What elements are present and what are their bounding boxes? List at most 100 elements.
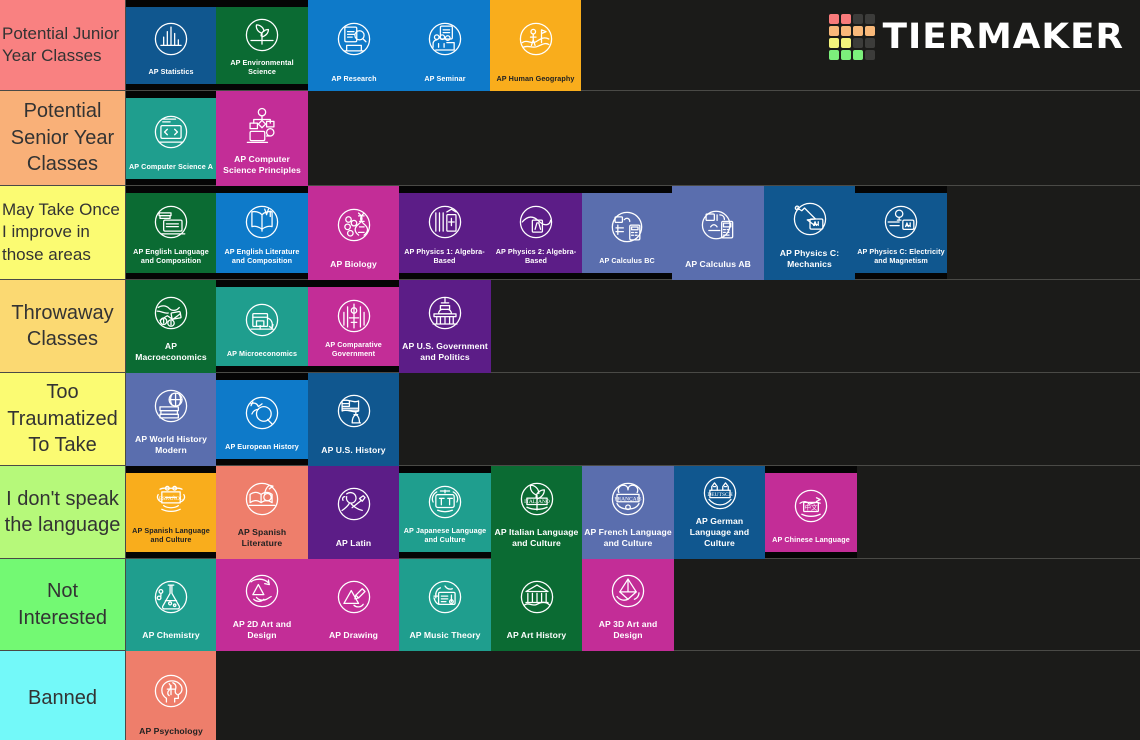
tier-item-label: AP Latin — [335, 538, 372, 549]
tier-row-empty-area[interactable] — [308, 91, 1140, 185]
tier-item-card[interactable]: DEUTSCH AP German Language and Culture — [674, 465, 765, 559]
tier-item-card[interactable]: AP Drawing — [308, 558, 399, 651]
physics-2-icon — [490, 193, 582, 247]
tier-item-label: AP Biology — [330, 259, 377, 270]
tier-row: I don't speak the language ESPAÑOL AP Span… — [0, 465, 1140, 559]
tier-rows: Potential Junior Year Classes AP Statisti… — [0, 0, 1140, 740]
tier-item-card[interactable]: AP 3D Art and Design — [582, 558, 674, 651]
tier-item-card[interactable]: AP Statistics — [126, 6, 216, 84]
music-theory-icon — [399, 559, 491, 631]
tier-item-card[interactable]: AP Research — [308, 0, 400, 91]
tier-label[interactable]: Potential Senior Year Classes — [0, 91, 126, 185]
tier-item-card[interactable]: AP Physics 2: Algebra-Based — [490, 192, 582, 273]
tier-label[interactable]: I don't speak the language — [0, 466, 126, 558]
tier-row-items[interactable]: AP World History Modern AP European Histo… — [126, 372, 1140, 466]
macroeconomics-icon — [126, 280, 216, 342]
tier-item-card[interactable]: AP Calculus AB — [672, 185, 764, 280]
tier-row: Throwaway Classes AP Macroeconomics AP Mic… — [0, 279, 1140, 373]
tier-item-card[interactable]: AP Macroeconomics — [126, 279, 216, 373]
german-language-icon: DEUTSCH — [674, 466, 765, 516]
physics-c-electricity-icon — [855, 193, 947, 247]
tier-item-card[interactable]: AP Physics C: Mechanics — [764, 185, 855, 280]
tier-item-card[interactable]: AP 2D Art and Design — [216, 558, 308, 651]
tier-label[interactable]: Throwaway Classes — [0, 280, 126, 372]
tier-row-items[interactable]: AP English Language and Composition AP En… — [126, 185, 1140, 280]
tier-item-label: AP Psychology — [139, 725, 203, 736]
drawing-icon — [308, 559, 399, 631]
tier-item-label: AP Chemistry — [142, 630, 200, 641]
tier-item-card[interactable]: FRANÇAIS AP French Language and Culture — [582, 465, 674, 559]
tier-row-empty-area[interactable] — [947, 186, 1140, 279]
physics-c-mechanics-icon — [764, 186, 855, 249]
tier-label[interactable]: Too Traumatized To Take — [0, 373, 126, 465]
art-history-icon — [491, 559, 582, 631]
tier-item-card[interactable]: 中文 AP Chinese Language — [765, 472, 857, 552]
tier-item-card[interactable]: AP European History — [216, 379, 308, 459]
logo-square-15 — [865, 50, 876, 60]
tier-row-items[interactable]: AP Macroeconomics AP Microeconomics AP Com… — [126, 279, 1140, 373]
tier-row-items[interactable]: AP Psychology — [126, 651, 1140, 740]
tier-item-label: AP Research — [331, 74, 377, 84]
chinese-language-icon: 中文 — [765, 473, 857, 536]
tier-row-items[interactable]: AP Chemistry AP 2D Art and Design AP Drawi… — [126, 558, 1140, 651]
tier-row-empty-area[interactable] — [216, 651, 1140, 740]
logo-square-1 — [841, 14, 852, 24]
tier-item-label: AP Physics 2: Algebra-Based — [495, 246, 577, 266]
tier-item-card[interactable]: AP Physics C: Electricity and Magnetism — [855, 192, 947, 273]
tier-item-card[interactable]: AP English Literature and Composition — [216, 192, 308, 273]
tier-item-label: AP Computer Science A — [129, 162, 213, 172]
tier-label[interactable]: Potential Junior Year Classes — [0, 0, 126, 90]
tier-item-card[interactable]: AP Biology — [308, 185, 399, 280]
tier-item-label: AP Macroeconomics — [135, 341, 207, 363]
tier-item-card[interactable]: AP Comparative Government — [308, 286, 399, 366]
tier-item-card[interactable]: AP U.S. Government and Politics — [399, 279, 491, 373]
tier-item-card[interactable]: AP Environmental Science — [216, 6, 308, 84]
logo-square-6 — [853, 26, 864, 36]
tier-item-card[interactable]: AP Computer Science Principles — [216, 90, 308, 186]
2d-art-icon — [216, 559, 308, 620]
environmental-science-icon — [216, 7, 308, 58]
tier-item-label: AP Physics C: Electricity and Magnetism — [857, 246, 945, 266]
tier-item-card[interactable]: AP Chemistry — [126, 558, 216, 651]
human-geography-icon — [490, 0, 581, 74]
tier-item-card[interactable]: AP Computer Science A — [126, 97, 216, 179]
tier-row-empty-area[interactable] — [399, 373, 1140, 465]
computer-science-principles-icon — [216, 91, 308, 155]
tier-item-label: AP Seminar — [424, 74, 466, 84]
tier-item-card[interactable]: AP World History Modern — [126, 372, 216, 466]
tier-item-card[interactable]: AP Art History — [491, 558, 582, 651]
tier-item-card[interactable]: ITALIANO AP Italian Language and Culture — [491, 465, 582, 559]
tier-item-card[interactable]: AP Physics 1: Algebra-Based — [399, 192, 490, 273]
tier-label[interactable]: May Take Once I improve in those areas — [0, 186, 126, 279]
computer-science-a-icon — [126, 98, 216, 163]
tier-row-empty-area[interactable] — [491, 280, 1140, 372]
tier-item-label: AP French Language and Culture — [584, 527, 672, 549]
tier-row-items[interactable]: AP Computer Science A AP Computer Science… — [126, 90, 1140, 186]
tier-item-card[interactable]: AP Microeconomics — [216, 286, 308, 366]
tier-item-card[interactable]: AP Japanese Language and Culture — [399, 472, 491, 552]
tier-item-card[interactable]: AP Latin — [308, 465, 399, 559]
comparative-government-icon — [308, 287, 399, 340]
tier-item-card[interactable]: AP Human Geography — [490, 0, 581, 91]
tier-item-card[interactable]: ESPAÑOL AP Spanish Language and Culture — [126, 472, 216, 552]
tier-label[interactable]: Banned — [0, 651, 126, 740]
tier-item-card[interactable]: AP Music Theory — [399, 558, 491, 651]
spanish-literature-icon — [216, 466, 308, 528]
tier-item-label: AP 2D Art and Design — [232, 619, 292, 641]
tier-item-label: AP Art History — [506, 630, 567, 641]
italian-language-icon: ITALIANO — [491, 466, 582, 528]
tier-label[interactable]: Not Interested — [0, 559, 126, 650]
tier-item-card[interactable]: AP Seminar — [400, 0, 490, 91]
tier-item-card[interactable]: AP English Language and Composition — [126, 192, 216, 273]
tier-row-items[interactable]: ESPAÑOL AP Spanish Language and Culture AP… — [126, 465, 1140, 559]
tier-item-label: AP Microeconomics — [226, 349, 298, 359]
tier-item-card[interactable]: AP Psychology — [126, 651, 216, 740]
tier-item-card[interactable]: AP Spanish Literature — [216, 465, 308, 559]
tier-item-card[interactable]: AP U.S. History — [308, 372, 399, 466]
logo-square-11 — [865, 38, 876, 48]
tier-row-empty-area[interactable] — [674, 559, 1140, 650]
tier-item-card[interactable]: AP Calculus BC — [582, 192, 672, 273]
logo-square-2 — [853, 14, 864, 24]
tiermaker-logo: TIERMAKER — [829, 14, 1123, 60]
tier-row-empty-area[interactable] — [857, 466, 1140, 558]
